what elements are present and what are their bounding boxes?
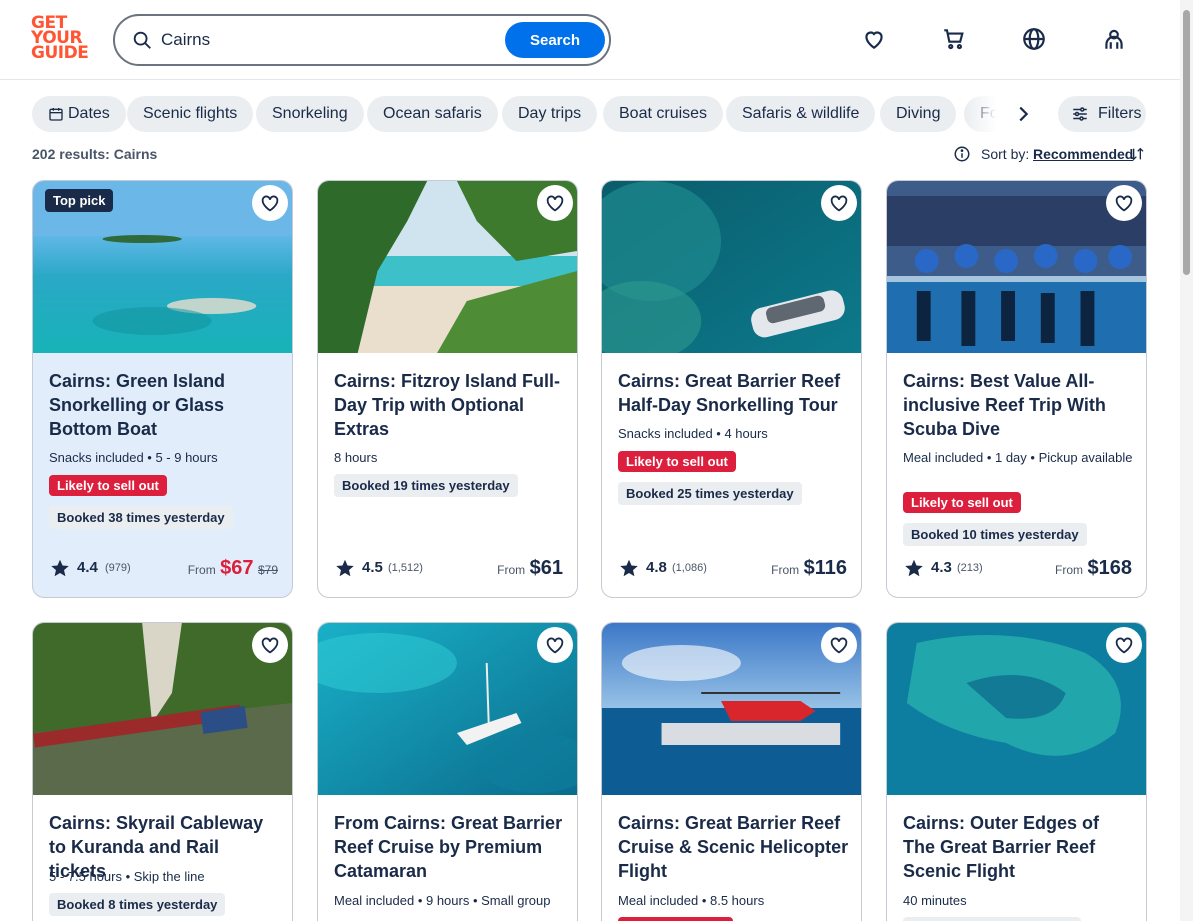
price: From $116 <box>771 557 847 579</box>
heart-icon[interactable] <box>861 26 887 52</box>
heart-icon <box>261 637 279 654</box>
activity-title[interactable]: Cairns: Great Barrier Reef Cruise & Scen… <box>618 811 850 883</box>
activity-meta: Meal included • 8.5 hours <box>618 893 765 908</box>
activity-card[interactable]: Cairns: Best Value All-inclusive Reef Tr… <box>886 180 1147 598</box>
activity-title[interactable]: Cairns: Great Barrier Reef Half-Day Snor… <box>618 369 850 417</box>
search-button[interactable]: Search <box>505 22 605 58</box>
price: From $61 <box>497 557 563 579</box>
calendar-icon <box>49 107 63 121</box>
top-pick-badge: Top pick <box>45 189 114 212</box>
chevron-right-icon[interactable] <box>1012 103 1034 125</box>
wishlist-button[interactable] <box>252 627 288 663</box>
activity-meta: 5 - 7.5 hours • Skip the line <box>49 869 205 884</box>
chip-dates[interactable]: Dates <box>32 96 126 132</box>
heart-icon <box>546 637 564 654</box>
page-scrollbar[interactable] <box>1180 0 1193 921</box>
sort-arrows-icon[interactable] <box>1129 145 1145 163</box>
getyourguide-logo[interactable]: GET YOUR GUIDE <box>31 15 91 64</box>
activity-title[interactable]: Cairns: Outer Edges of The Great Barrier… <box>903 811 1135 883</box>
wishlist-button[interactable] <box>1106 627 1142 663</box>
heart-icon <box>546 195 564 212</box>
activity-card[interactable]: Cairns: Outer Edges of The Great Barrier… <box>886 622 1147 921</box>
wishlist-button[interactable] <box>252 185 288 221</box>
heart-icon <box>261 195 279 212</box>
booked-badge: Booked 8 times yesterday <box>49 893 226 916</box>
results-count: 202 results: Cairns <box>32 146 158 162</box>
chip-snorkeling[interactable]: Snorkeling <box>256 96 364 132</box>
activity-meta: Meal included • 1 day • Pickup available <box>903 450 1133 465</box>
booked-badge: Booked 38 times yesterday <box>49 506 233 529</box>
activity-title[interactable]: Cairns: Best Value All-inclusive Reef Tr… <box>903 369 1135 441</box>
heart-icon <box>1115 637 1133 654</box>
sort-label: Sort by: <box>981 146 1030 162</box>
cart-icon[interactable] <box>941 26 967 52</box>
sell-out-badge: Likely to sell out <box>618 451 736 472</box>
sliders-icon <box>1073 107 1087 121</box>
booked-badge: Booked 10 times yesterday <box>903 523 1087 546</box>
sell-out-badge: Likely to sell out <box>49 475 167 496</box>
scrollbar-thumb[interactable] <box>1183 10 1190 275</box>
heart-icon <box>830 637 848 654</box>
star-icon <box>336 559 354 577</box>
activity-meta: Meal included • 9 hours • Small group <box>334 893 551 908</box>
star-icon <box>905 559 923 577</box>
activity-title[interactable]: Cairns: Green Island Snorkelling or Glas… <box>49 369 281 441</box>
chip-diving[interactable]: Diving <box>880 96 957 132</box>
wishlist-button[interactable] <box>821 185 857 221</box>
profile-icon[interactable] <box>1101 26 1127 52</box>
wishlist-button[interactable] <box>537 627 573 663</box>
filters-button[interactable]: Filters <box>1058 96 1146 132</box>
booked-badge: Booked 19 times yesterday <box>334 474 518 497</box>
activity-card[interactable]: Cairns: Great Barrier Reef Half-Day Snor… <box>601 180 862 598</box>
sort-value[interactable]: Recommended <box>1033 144 1133 164</box>
activity-card[interactable]: Cairns: Fitzroy Island Full-Day Trip wit… <box>317 180 578 598</box>
info-icon[interactable] <box>953 145 971 163</box>
price: From $168 <box>1055 557 1132 579</box>
category-chips: Dates Scenic flights Snorkeling Ocean sa… <box>32 96 1032 132</box>
activity-card[interactable]: From Cairns: Great Barrier Reef Cruise b… <box>317 622 578 921</box>
chip-ocean-safaris[interactable]: Ocean safaris <box>367 96 498 132</box>
wishlist-button[interactable] <box>1106 185 1142 221</box>
activity-title[interactable]: From Cairns: Great Barrier Reef Cruise b… <box>334 811 566 883</box>
site-header: GET YOUR GUIDE Search <box>0 0 1180 80</box>
wishlist-button[interactable] <box>537 185 573 221</box>
search-input[interactable] <box>161 26 491 54</box>
wishlist-button[interactable] <box>821 627 857 663</box>
globe-icon[interactable] <box>1021 26 1047 52</box>
star-icon <box>620 559 638 577</box>
heart-icon <box>1115 195 1133 212</box>
heart-icon <box>830 195 848 212</box>
activity-card[interactable]: Top pick Cairns: Green Island Snorkellin… <box>32 180 293 598</box>
sell-out-badge: Likely to sell out <box>903 492 1021 513</box>
search-icon <box>133 31 151 49</box>
booked-badge <box>903 917 1081 921</box>
activity-meta: Snacks included • 4 hours <box>618 426 768 441</box>
activity-meta: 8 hours <box>334 450 378 465</box>
activity-title[interactable]: Cairns: Fitzroy Island Full-Day Trip wit… <box>334 369 566 441</box>
activity-meta: Snacks included • 5 - 9 hours <box>49 450 218 465</box>
activity-meta: 40 minutes <box>903 893 967 908</box>
sell-out-badge <box>618 917 733 921</box>
search-bar: Search <box>113 14 611 66</box>
chip-boat-cruises[interactable]: Boat cruises <box>603 96 724 132</box>
chip-scenic-flights[interactable]: Scenic flights <box>127 96 254 132</box>
chip-day-trips[interactable]: Day trips <box>502 96 598 132</box>
star-icon <box>51 559 69 577</box>
booked-badge: Booked 25 times yesterday <box>618 482 802 505</box>
price: From $67 $79 <box>187 557 278 579</box>
chip-safaris-wildlife[interactable]: Safaris & wildlife <box>726 96 876 132</box>
activity-card[interactable]: Cairns: Great Barrier Reef Cruise & Scen… <box>601 622 862 921</box>
activity-card[interactable]: Cairns: Skyrail Cableway to Kuranda and … <box>32 622 293 921</box>
